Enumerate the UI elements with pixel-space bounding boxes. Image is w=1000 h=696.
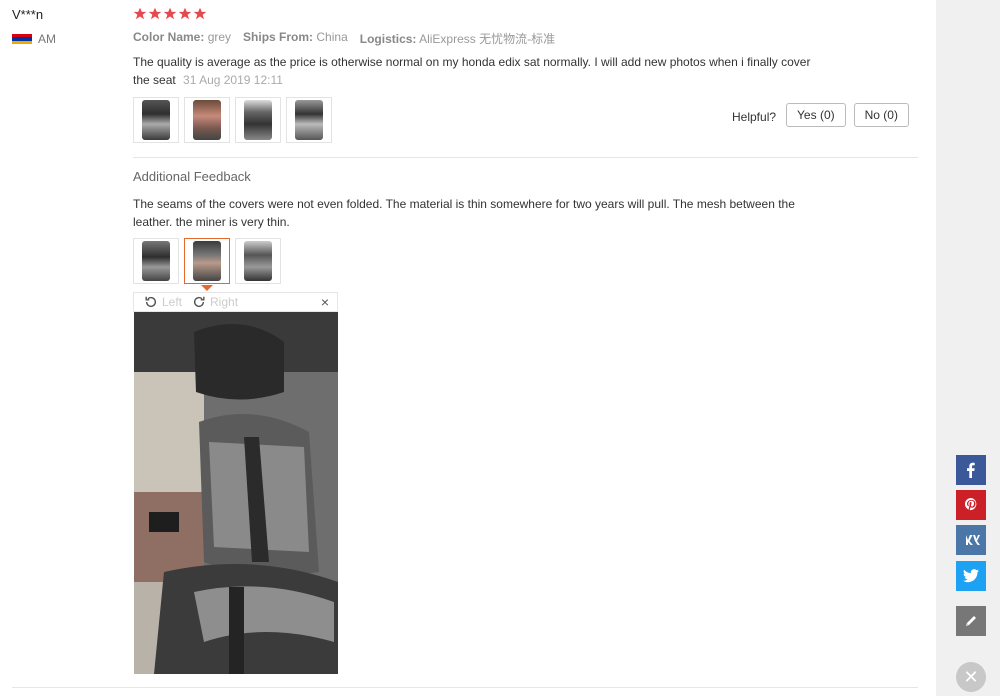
review-photo-thumb[interactable] [133, 97, 179, 143]
review-photo-thumb[interactable] [286, 97, 332, 143]
ships-label: Ships From: [243, 30, 314, 44]
car-seat-photo [134, 312, 338, 674]
logistics-label: Logistics: [359, 32, 417, 46]
photo-viewer-toolbar: Left Right × [133, 292, 338, 312]
seat-photo-image [193, 241, 221, 281]
color-meta: Color Name: grey [133, 30, 231, 47]
helpful-voting: Helpful? Yes (0) No (0) [732, 103, 909, 127]
color-value: grey [207, 30, 232, 44]
star-icon [163, 7, 177, 20]
seat-photo-image [142, 100, 170, 140]
twitter-share-button[interactable] [956, 561, 986, 591]
twitter-icon [963, 569, 979, 583]
facebook-share-button[interactable] [956, 455, 986, 485]
pinterest-icon [964, 497, 977, 511]
logistics-meta: Logistics: AliExpress 无忧物流-标准 [360, 30, 555, 47]
close-icon: ✕ [963, 666, 979, 687]
rotate-right-button[interactable]: Right [192, 295, 238, 309]
seat-photo-image [142, 241, 170, 281]
pencil-icon [966, 616, 976, 626]
selected-photo-caret [201, 285, 213, 291]
vk-icon [963, 535, 980, 545]
helpful-no-button[interactable]: No (0) [853, 103, 909, 127]
bottom-divider [12, 687, 918, 688]
country-flag-icon [12, 34, 32, 44]
country-code: AM [38, 32, 56, 46]
rotate-right-icon [193, 296, 205, 308]
star-icon [178, 7, 192, 20]
rotate-left-icon [145, 296, 157, 308]
seat-photo-image [295, 100, 323, 140]
rotate-right-label: Right [210, 295, 239, 309]
logistics-value: AliExpress 无忧物流-标准 [419, 32, 556, 46]
additional-feedback-title: Additional Feedback [133, 169, 251, 184]
feedback-photo-thumb[interactable] [235, 238, 281, 284]
seat-photo-image [244, 100, 272, 140]
feedback-photo-thumb-selected[interactable] [184, 238, 230, 284]
rating-stars [133, 7, 207, 21]
feedback-photo-thumb[interactable] [133, 238, 179, 284]
ships-meta: Ships From: China [243, 30, 348, 47]
facebook-icon [967, 462, 975, 478]
star-icon [133, 7, 147, 20]
review-text: The quality is average as the price is o… [133, 53, 813, 89]
review-photo-thumb[interactable] [184, 97, 230, 143]
reviewer-name: V***n [12, 7, 44, 22]
pinterest-share-button[interactable] [956, 490, 986, 520]
seat-photo-image [244, 241, 272, 281]
additional-feedback-text: The seams of the covers were not even fo… [133, 197, 795, 229]
enlarged-seat-photo [134, 312, 338, 674]
review-date: 31 Aug 2019 12:11 [183, 73, 283, 87]
rotate-left-label: Left [162, 295, 183, 309]
reviewer-country: AM [12, 32, 56, 46]
ships-value: China [316, 30, 348, 44]
edit-button[interactable] [956, 606, 986, 636]
color-label: Color Name: [133, 30, 205, 44]
star-icon [193, 7, 207, 20]
order-meta: Color Name: grey Ships From: China Logis… [133, 30, 555, 47]
review-photo-thumb[interactable] [235, 97, 281, 143]
right-gutter [936, 0, 1000, 696]
helpful-label: Helpful? [732, 110, 777, 124]
close-viewer-button[interactable]: × [321, 294, 329, 310]
seat-photo-image [193, 100, 221, 140]
rotate-left-button[interactable]: Left [144, 295, 182, 309]
close-share-button[interactable]: ✕ [956, 662, 986, 692]
helpful-yes-button[interactable]: Yes (0) [786, 103, 846, 127]
section-divider [133, 157, 918, 158]
feedback-photos [133, 238, 281, 284]
review-photos [133, 97, 332, 143]
vk-share-button[interactable] [956, 525, 986, 555]
star-icon [148, 7, 162, 20]
